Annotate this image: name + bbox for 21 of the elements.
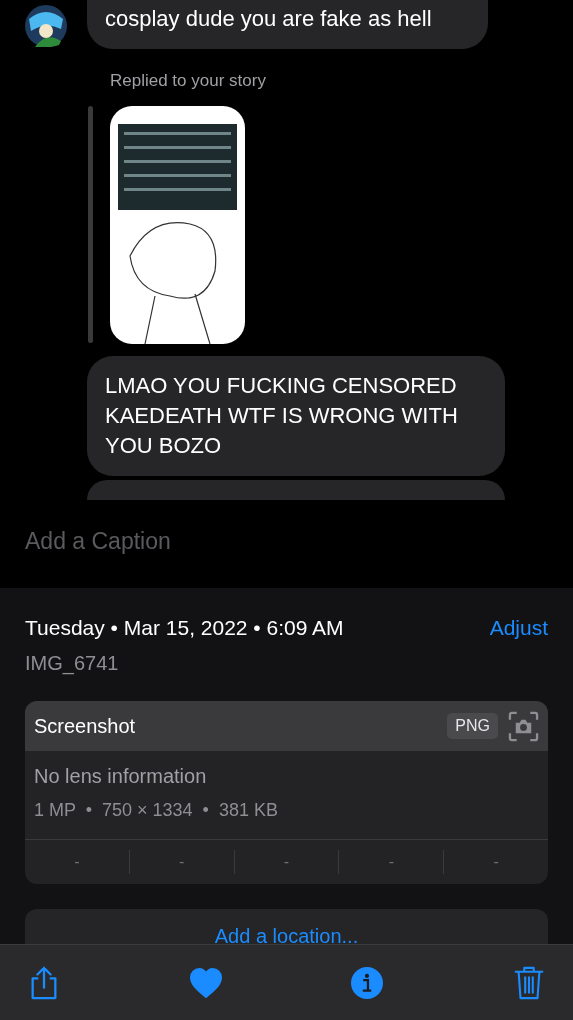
exif-value: - <box>493 853 499 871</box>
add-location-button[interactable]: Add a location... <box>214 925 359 948</box>
exif-value: - <box>74 853 80 871</box>
exif-value: - <box>388 853 394 871</box>
info-icon[interactable] <box>351 965 384 1000</box>
file-name: IMG_6741 <box>25 652 120 675</box>
adjust-button[interactable]: Adjust <box>489 616 548 640</box>
heart-icon[interactable] <box>189 965 222 1000</box>
exif-value: - <box>283 853 290 871</box>
date-time: Tuesday • Mar 15, 2022 • 6:09 AM <box>25 616 344 640</box>
message-bubble: LMAO YOU FUCKING CENSORED KAEDEATH WTF IS WRONG WITH YOU BOZO <box>87 356 505 476</box>
trash-icon[interactable] <box>512 965 545 1000</box>
image-specs: 1 MP • 750 × 1334 • 381 KB <box>34 800 279 821</box>
format-badge: PNG <box>447 713 498 739</box>
exif-value: - <box>179 853 185 871</box>
camera-icon <box>508 710 539 742</box>
caption-field[interactable]: Add a Caption <box>0 500 573 555</box>
lens-info: No lens information <box>34 765 208 788</box>
reply-label: Replied to your story <box>110 71 267 91</box>
message-bubble: cosplay dude you are fake as hell <box>87 0 488 49</box>
card-title: Screenshot <box>34 714 137 738</box>
